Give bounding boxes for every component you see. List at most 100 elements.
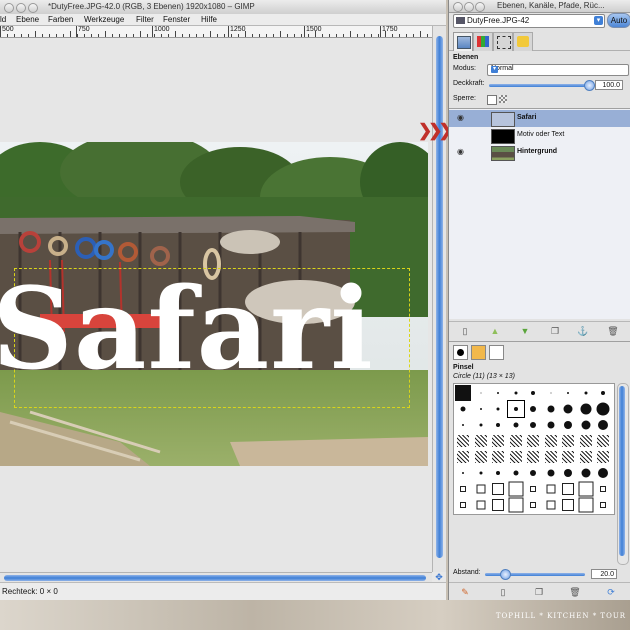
brush-preset[interactable] [560,481,576,497]
brush-preset[interactable] [525,449,541,465]
menu-item-hilfe[interactable]: Hilfe [201,15,217,24]
brush-preset[interactable] [490,417,506,433]
refresh-brushes-icon[interactable]: ⟳ [605,586,617,598]
brush-preset[interactable] [490,401,506,417]
brush-preset[interactable] [560,497,576,513]
mode-select[interactable]: Normal ▾ [487,64,629,76]
opacity-slider-handle[interactable] [584,80,595,91]
canvas-text-safari[interactable]: Safari [0,270,432,390]
horizontal-ruler[interactable]: 500 750 1000 1250 1500 1750 [0,26,432,38]
auto-button[interactable]: Auto [607,13,630,28]
duplicate-layer-icon[interactable]: ❐ [549,325,561,337]
menu-item-ebene[interactable]: Ebene [16,15,39,24]
zoom-window-button[interactable] [28,3,38,13]
brush-preset[interactable] [543,449,559,465]
dock-minimize-button[interactable] [464,2,474,12]
brush-preset[interactable] [473,385,489,401]
brush-preset[interactable] [595,385,611,401]
brush-preset[interactable] [578,449,594,465]
eye-icon[interactable]: ◉ [457,114,465,122]
brush-preset[interactable] [455,401,471,417]
anchor-layer-icon[interactable]: ⚓ [577,325,589,337]
brush-preset[interactable] [455,417,471,433]
brush-preset[interactable] [578,497,594,513]
tab-brushes[interactable] [453,345,468,360]
brush-preset[interactable] [560,417,576,433]
raise-layer-icon[interactable]: ▲ [489,325,501,337]
tab-paths[interactable] [493,32,513,51]
navigate-icon[interactable]: ✥ [434,573,444,582]
brush-preset[interactable] [560,433,576,449]
layer-row-safari[interactable]: ◉ Safari [449,110,630,127]
brush-preset[interactable] [490,465,506,481]
brush-scrollbar[interactable] [617,383,629,565]
brush-preset[interactable] [508,497,524,513]
tab-patterns[interactable] [471,345,486,360]
brush-preset[interactable] [595,433,611,449]
lock-pixels-checkbox[interactable] [487,95,497,105]
brush-preset[interactable] [490,449,506,465]
brush-preset[interactable] [543,433,559,449]
lock-alpha-icon[interactable] [499,95,507,103]
image-select-dropdown[interactable]: DutyFree.JPG-42 ▾ [453,14,605,28]
new-brush-icon[interactable]: ▯ [497,586,509,598]
brush-preset[interactable] [560,401,576,417]
horizontal-scroll-thumb[interactable] [4,575,426,581]
brush-preset[interactable] [595,401,611,417]
brush-preset[interactable] [473,481,489,497]
brush-preset[interactable] [578,433,594,449]
brush-preset[interactable] [508,433,524,449]
brush-preset[interactable] [578,465,594,481]
brush-preset[interactable] [595,497,611,513]
brush-preset[interactable] [473,497,489,513]
dock-titlebar[interactable]: Ebenen, Kanäle, Pfade, Rüc... [449,0,630,13]
brush-preset[interactable] [473,433,489,449]
brush-preset[interactable] [508,417,524,433]
brush-preset[interactable] [543,465,559,481]
brush-preset[interactable] [525,401,541,417]
brush-preset[interactable] [595,465,611,481]
brush-preset[interactable] [595,417,611,433]
brush-preset[interactable] [455,449,471,465]
brush-preset[interactable] [508,481,524,497]
canvas-vertical-scrollbar[interactable] [432,26,446,572]
brush-preset[interactable] [543,481,559,497]
brush-preset[interactable] [508,465,524,481]
edit-brush-icon[interactable]: ✎ [459,586,471,598]
minimize-window-button[interactable] [16,3,26,13]
layer-row-hintergrund[interactable]: ◉ Hintergrund [449,144,630,161]
vertical-scroll-thumb[interactable] [436,36,443,558]
tab-gradients[interactable] [489,345,504,360]
brush-preset[interactable] [578,385,594,401]
dock-zoom-button[interactable] [475,2,485,12]
brush-preset[interactable] [455,433,471,449]
brush-preset[interactable] [543,385,559,401]
brush-preset[interactable] [506,400,525,418]
brush-preset[interactable] [525,417,541,433]
brush-preset[interactable] [490,497,506,513]
brush-preset[interactable] [543,401,559,417]
spacing-slider-handle[interactable] [500,569,511,580]
duplicate-brush-icon[interactable]: ❐ [533,586,545,598]
brush-preset[interactable] [473,449,489,465]
brush-grid[interactable] [453,383,615,515]
brush-scroll-thumb[interactable] [619,386,625,556]
new-layer-icon[interactable]: ▯ [459,325,471,337]
brush-preset[interactable] [455,385,471,401]
brush-preset[interactable] [525,481,541,497]
brush-preset[interactable] [560,449,576,465]
brush-preset[interactable] [490,481,506,497]
dock-close-button[interactable] [453,2,463,12]
menu-item-farben[interactable]: Farben [48,15,73,24]
tab-undo-history[interactable] [513,32,533,51]
spacing-spinbox[interactable]: 20.0 [591,569,617,579]
brush-preset[interactable] [525,385,541,401]
tab-layers[interactable] [453,32,473,51]
menu-item-fenster[interactable]: Fenster [163,15,190,24]
brush-preset[interactable] [490,385,506,401]
brush-preset[interactable] [595,449,611,465]
tab-channels[interactable] [473,32,493,51]
menu-item-bild[interactable]: ld [0,15,6,24]
brush-preset[interactable] [508,385,524,401]
brush-preset[interactable] [473,465,489,481]
